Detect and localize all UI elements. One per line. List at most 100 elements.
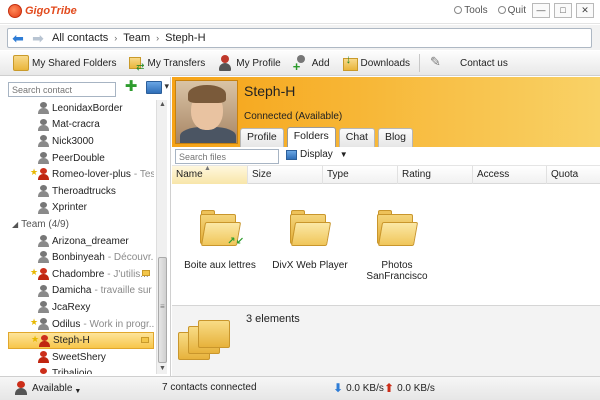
transfers-icon	[128, 55, 144, 73]
favorite-star-icon: ★	[30, 266, 39, 277]
display-dropdown[interactable]: Display ▼	[286, 149, 348, 160]
availability-icon	[14, 381, 28, 395]
contact-item[interactable]: SweetShery	[8, 349, 154, 366]
main-toolbar: My Shared Folders My Transfers My Profil…	[0, 51, 600, 76]
folder-item[interactable]: DivX Web Player	[265, 210, 355, 271]
folder-grid: ↗↙ Boite aux lettres DivX Web Player Pho…	[172, 184, 600, 305]
online-user-icon	[39, 335, 50, 348]
contacts-sidebar: ✚ LeonidaxBorder Mat-cracra Nick3000 PeerDo…	[0, 77, 171, 376]
minimize-button[interactable]: —	[532, 3, 550, 18]
view-options-icon[interactable]	[146, 81, 169, 94]
contact-item[interactable]: ★ Chadombre - J'utilis...	[8, 266, 154, 283]
address-bar: ⬅ ➡ All contacts › Team › Steph-H	[0, 25, 600, 50]
contact-item[interactable]: ★ Odilus - Work in progr...	[8, 316, 154, 333]
back-arrow-icon[interactable]: ⬅	[8, 30, 28, 46]
contact-item[interactable]: Tribaljojo	[8, 366, 154, 374]
breadcrumb: All contacts › Team › Steph-H	[52, 32, 206, 44]
offline-user-icon	[38, 135, 49, 148]
column-rating[interactable]: Rating	[398, 166, 473, 184]
forward-arrow-icon[interactable]: ➡	[28, 30, 48, 46]
window-controls: — □ ✕	[532, 3, 594, 18]
tools-icon	[454, 6, 463, 14]
column-type[interactable]: Type	[323, 166, 398, 184]
column-size[interactable]: Size	[248, 166, 323, 184]
offline-user-icon	[38, 251, 49, 264]
contact-item[interactable]: Arizona_dreamer	[8, 233, 154, 250]
close-button[interactable]: ✕	[576, 3, 594, 18]
tab-profile[interactable]: Profile	[240, 128, 284, 147]
contact-item[interactable]: Theroadtrucks	[8, 183, 154, 200]
contact-item[interactable]: Nick3000	[8, 133, 154, 150]
breadcrumb-item[interactable]: All contacts	[52, 32, 108, 44]
profile-name: Steph-H	[244, 83, 296, 99]
my-shared-folders-button[interactable]: My Shared Folders	[10, 53, 119, 73]
contact-name: Odilus	[52, 318, 81, 330]
download-arrow-icon: ⬇	[333, 381, 344, 395]
contact-item[interactable]: Damicha- travaille sur ...	[8, 283, 154, 300]
contact-item[interactable]: ★ Romeo-lover-plus- Tes...	[8, 166, 154, 183]
column-access[interactable]: Access	[473, 166, 547, 184]
title-bar: GigoTribe Tools Quit — □ ✕	[0, 0, 600, 24]
mail-icon	[141, 337, 149, 344]
selection-summary: 3 elements	[172, 305, 600, 376]
tab-blog[interactable]: Blog	[377, 128, 413, 147]
contact-item[interactable]: Mat-cracra	[8, 117, 154, 134]
toolbar-divider	[419, 54, 421, 72]
folder-item[interactable]: ↗↙ Boite aux lettres	[175, 210, 265, 271]
chevron-down-icon: ▼	[339, 150, 348, 159]
breadcrumb-item[interactable]: Team	[123, 32, 150, 44]
contact-status-message: - Work in progr...	[83, 318, 154, 330]
availability-dropdown[interactable]: Available ▼	[14, 381, 81, 395]
offline-user-icon	[38, 201, 49, 214]
breadcrumb-separator-icon: ›	[156, 33, 160, 43]
tab-folders[interactable]: Folders	[286, 127, 336, 147]
folder-icon	[377, 210, 419, 248]
favorite-star-icon: ★	[30, 167, 39, 178]
folder-item[interactable]: Photos SanFrancisco	[354, 210, 440, 282]
column-quota[interactable]: Quota	[547, 166, 600, 184]
downloads-icon	[342, 52, 358, 71]
contact-status-message: - Tes...	[133, 169, 154, 181]
window-links: Tools Quit	[454, 5, 526, 16]
group-team[interactable]: ◢ Team (4/9)	[8, 216, 154, 233]
contact-item[interactable]: Bonbinyeah - Découvr...	[8, 249, 154, 266]
contact-us-button[interactable]: Contact us	[426, 53, 511, 73]
file-search-input[interactable]	[175, 149, 279, 164]
downloads-button[interactable]: Downloads	[339, 52, 413, 73]
scroll-down-arrow-icon[interactable]: ▼	[157, 364, 168, 374]
gigotribe-logo-icon	[8, 4, 22, 18]
my-profile-button[interactable]: My Profile	[214, 53, 283, 73]
expand-triangle-icon[interactable]: ◢	[12, 220, 18, 229]
contact-item[interactable]: LeonidaxBorder	[8, 100, 154, 117]
contact-item[interactable]: JcaRexy	[8, 299, 154, 316]
quit-menu[interactable]: Quit	[497, 5, 526, 16]
contact-name: Steph-H	[53, 335, 90, 347]
folder-icon	[290, 210, 332, 248]
folder-label: Photos SanFrancisco	[366, 260, 428, 282]
add-contact-button[interactable]: Add	[290, 53, 333, 74]
scroll-up-arrow-icon[interactable]: ▲	[157, 100, 168, 110]
maximize-button[interactable]: □	[554, 3, 572, 18]
scroll-thumb[interactable]	[158, 257, 167, 363]
shared-folders-icon	[13, 55, 29, 71]
breadcrumb-item[interactable]: Steph-H	[165, 32, 205, 44]
contact-list-scrollbar[interactable]: ▲ ▼	[156, 100, 167, 374]
contact-item[interactable]: Xprinter	[8, 200, 154, 217]
contact-name: Romeo-lover-plus	[52, 169, 131, 181]
contact-item[interactable]: ★ Steph-H	[8, 332, 154, 349]
contact-name: Bonbinyeah	[52, 252, 105, 264]
contact-search-input[interactable]	[8, 82, 116, 97]
mail-icon	[142, 269, 150, 276]
breadcrumb-separator-icon: ›	[114, 33, 118, 43]
add-contact-plus-icon[interactable]: ✚	[123, 79, 139, 96]
column-name[interactable]: ▲ Name	[172, 165, 248, 184]
tools-menu[interactable]: Tools	[454, 5, 488, 16]
my-transfers-button[interactable]: My Transfers	[125, 53, 208, 73]
offline-user-icon	[38, 284, 49, 297]
breadcrumb-field[interactable]: ⬅ ➡ All contacts › Team › Steph-H	[7, 28, 592, 48]
add-contact-icon	[293, 55, 309, 74]
element-count: 3 elements	[246, 313, 300, 325]
tab-chat[interactable]: Chat	[338, 128, 375, 147]
download-rate: ⬇ 0.0 KB/s	[333, 381, 384, 395]
contact-item[interactable]: PeerDouble	[8, 150, 154, 167]
